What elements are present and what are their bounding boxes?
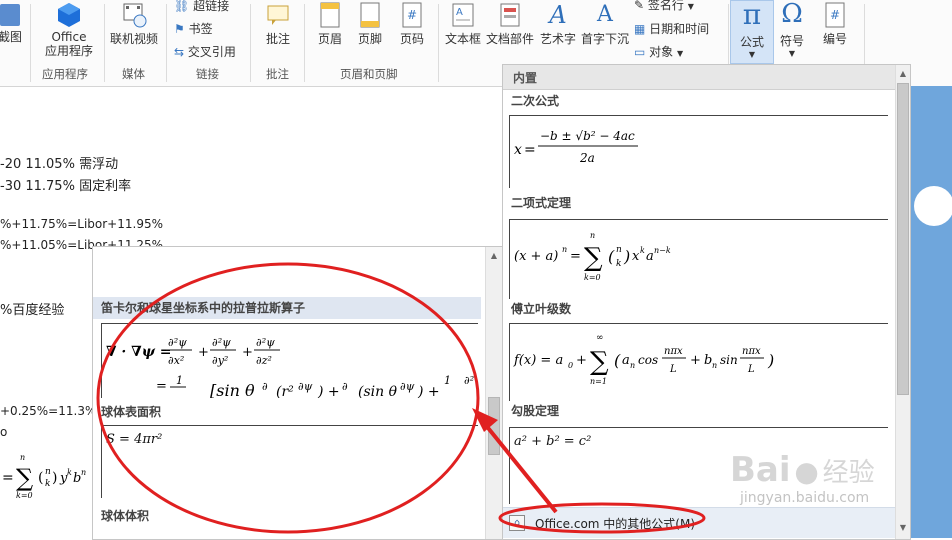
- annotation-ellipse: [96, 262, 480, 534]
- annotation-ellipse-link: [498, 502, 706, 534]
- watermark-url: jingyan.baidu.com: [740, 490, 870, 506]
- annotation-arrow-line: [478, 416, 558, 514]
- watermark-brand: Bai: [730, 450, 791, 490]
- paw-icon: ●: [794, 455, 819, 488]
- watermark-brand2: 经验: [822, 458, 875, 488]
- baidu-watermark: Bai ● 经验 jingyan.baidu.com: [730, 450, 875, 506]
